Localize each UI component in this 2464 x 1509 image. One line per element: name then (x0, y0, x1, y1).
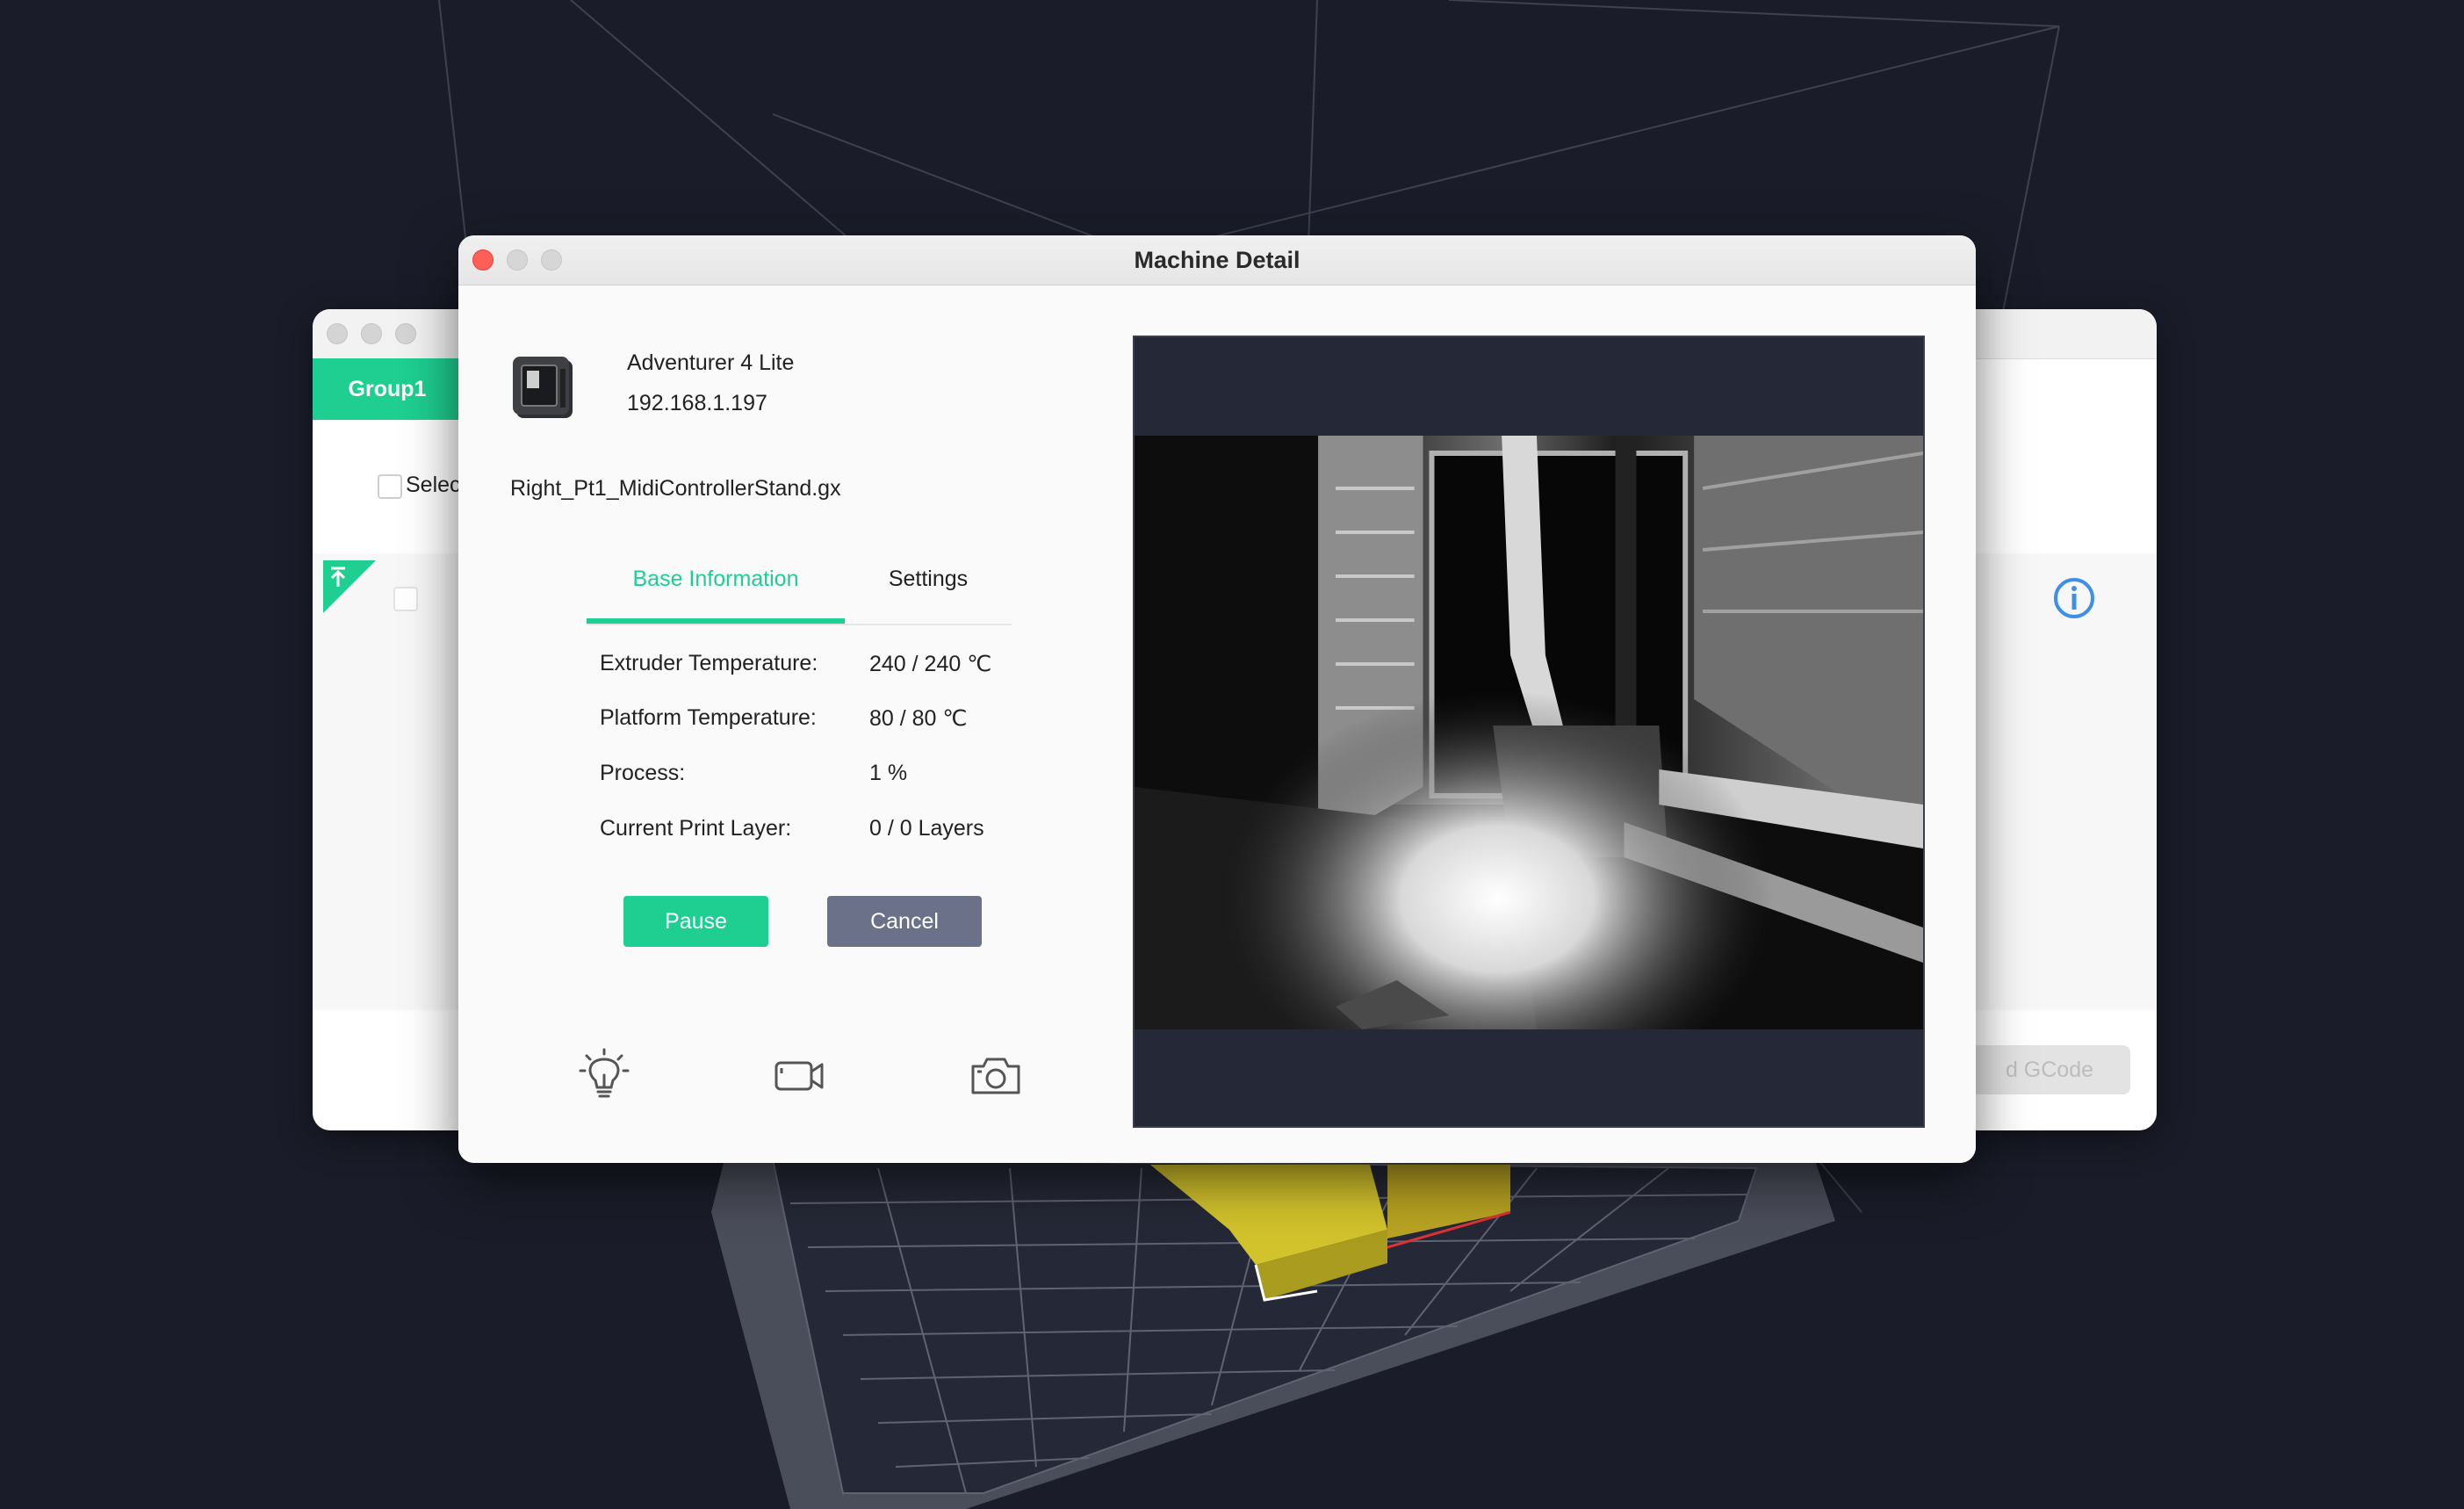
cancel-button[interactable]: Cancel (827, 896, 982, 947)
back-minimize-button[interactable] (361, 323, 382, 344)
back-close-button[interactable] (327, 323, 348, 344)
camera-preview-panel (1133, 336, 1925, 1128)
printer-icon (513, 357, 573, 418)
machine-detail-dialog: Machine Detail Adventurer 4 Lite 192.168… (458, 235, 1976, 1163)
process-label: Process: (600, 761, 686, 785)
extruder-temp-value: 240 / 240 ℃ (869, 652, 992, 676)
print-layer-label: Current Print Layer: (600, 816, 792, 841)
select-all-label: Selec (406, 473, 461, 497)
tab-settings[interactable]: Settings (845, 545, 1012, 624)
extruder-temp-label: Extruder Temperature: (600, 651, 818, 675)
dialog-title: Machine Detail (1134, 247, 1300, 273)
process-value: 1 % (869, 761, 908, 785)
detail-tabs: Base Information Settings (587, 545, 1012, 625)
machine-ip: 192.168.1.197 (627, 391, 767, 415)
machine-name: Adventurer 4 Lite (627, 350, 795, 375)
platform-temp-label: Platform Temperature: (600, 705, 817, 730)
device-checkbox[interactable] (393, 587, 418, 611)
platform-temp-value: 80 / 80 ℃ (869, 706, 968, 731)
camera-feed-image (1135, 436, 1923, 1029)
back-zoom-button[interactable] (395, 323, 416, 344)
group-tab[interactable]: Group1 (313, 358, 462, 420)
print-file-name: Right_Pt1_MidiControllerStand.gx (510, 476, 841, 501)
upload-flag-icon (323, 560, 376, 613)
select-all-checkbox[interactable] (378, 474, 402, 499)
lightbulb-icon[interactable] (576, 1047, 632, 1103)
dialog-titlebar: Machine Detail (458, 235, 1976, 285)
camera-icon[interactable] (968, 1047, 1024, 1103)
info-icon[interactable] (2052, 576, 2096, 620)
video-camera-icon[interactable] (771, 1047, 827, 1103)
pause-button[interactable]: Pause (623, 896, 768, 947)
print-layer-value: 0 / 0 Layers (869, 816, 984, 841)
tab-base-information[interactable]: Base Information (587, 545, 845, 624)
